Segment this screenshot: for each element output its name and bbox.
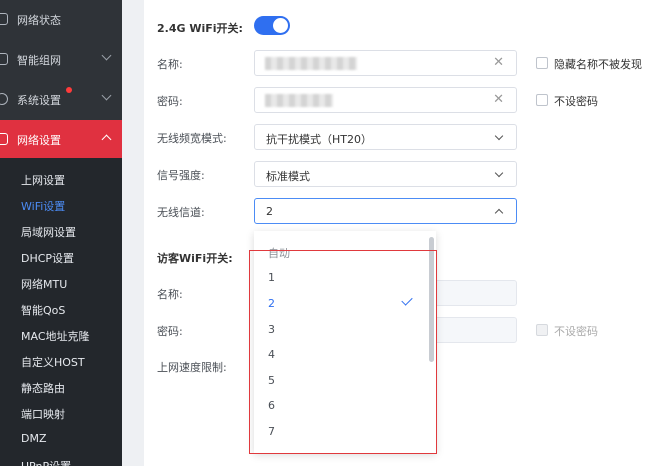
- sidebar-item-label: 系统设置: [17, 94, 61, 107]
- channel-option[interactable]: 1: [268, 271, 275, 284]
- signal-label: 信号强度:: [157, 169, 205, 182]
- bandwidth-label: 无线频宽模式:: [157, 132, 227, 145]
- guest-no-password-label: 不设密码: [554, 325, 598, 338]
- guest-name-label: 名称:: [157, 288, 183, 301]
- chevron-down-icon: [494, 168, 504, 178]
- signal-select[interactable]: 标准模式: [254, 161, 517, 187]
- sidebar-item-mesh[interactable]: 智能组网: [0, 40, 122, 80]
- channel-label: 无线信道:: [157, 206, 205, 219]
- guest-password-label: 密码:: [157, 325, 183, 338]
- channel-dropdown: 自动 1 2 3 4 5 6 7: [254, 231, 436, 453]
- channel-option[interactable]: 7: [268, 425, 275, 438]
- content-gutter: [122, 0, 144, 466]
- guest-switch-label: 访客WiFi开关:: [157, 252, 233, 265]
- submenu-item-static-route[interactable]: 静态路由: [21, 380, 65, 396]
- submenu-item-qos[interactable]: 智能QoS: [21, 302, 65, 318]
- gear-icon: [0, 93, 8, 105]
- channel-option[interactable]: 5: [268, 374, 275, 387]
- settings-icon: [0, 133, 8, 145]
- chevron-up-icon: [101, 134, 112, 145]
- dropdown-scrollbar[interactable]: [429, 237, 434, 362]
- no-password-label: 不设密码: [554, 95, 598, 108]
- hide-ssid-checkbox[interactable]: [536, 57, 548, 69]
- sidebar-submenu: 上网设置 WiFi设置 局域网设置 DHCP设置 网络MTU 智能QoS MAC…: [0, 158, 122, 466]
- chevron-down-icon: [101, 50, 112, 61]
- signal-value: 标准模式: [266, 170, 310, 183]
- channel-select[interactable]: 2: [254, 198, 517, 224]
- bandwidth-select[interactable]: 抗干扰模式（HT20）: [254, 124, 517, 150]
- submenu-item-wifi[interactable]: WiFi设置: [21, 198, 65, 214]
- sidebar-item-label: 智能组网: [17, 54, 61, 67]
- sidebar-item-network-settings[interactable]: 网络设置: [0, 120, 122, 160]
- submenu-item-dmz[interactable]: DMZ: [21, 432, 47, 445]
- speed-limit-label: 上网速度限制:: [157, 361, 227, 374]
- clear-icon[interactable]: ✕: [493, 92, 504, 107]
- chevron-down-icon: [494, 131, 504, 141]
- submenu-item-internet[interactable]: 上网设置: [21, 172, 65, 188]
- sidebar: 网络状态 智能组网 系统设置 网络设置 上网设置 WiFi设置 局域网设置 DH…: [0, 0, 122, 466]
- chevron-down-icon: [101, 90, 112, 101]
- monitor-icon: [0, 13, 8, 25]
- submenu-item-upnp[interactable]: UPnP设置: [21, 458, 71, 466]
- toggle-knob: [273, 18, 288, 33]
- hide-ssid-label: 隐藏名称不被发现: [554, 58, 642, 71]
- submenu-item-mtu[interactable]: 网络MTU: [21, 276, 67, 292]
- sidebar-item-label: 网络状态: [17, 14, 61, 27]
- sidebar-item-network-status[interactable]: 网络状态: [0, 0, 122, 40]
- clear-icon[interactable]: ✕: [493, 55, 504, 70]
- channel-option[interactable]: 6: [268, 399, 275, 412]
- sidebar-item-system-settings[interactable]: 系统设置: [0, 80, 122, 120]
- redacted-value: [265, 57, 357, 70]
- bandwidth-value: 抗干扰模式（HT20）: [266, 133, 372, 146]
- submenu-item-port-forward[interactable]: 端口映射: [21, 406, 65, 422]
- channel-option-auto[interactable]: 自动: [268, 245, 290, 261]
- no-password-checkbox[interactable]: [536, 94, 548, 106]
- submenu-item-host[interactable]: 自定义HOST: [21, 354, 85, 370]
- wifi24-password-label: 密码:: [157, 95, 183, 108]
- notification-dot: [66, 87, 72, 93]
- channel-option[interactable]: 4: [268, 348, 275, 361]
- submenu-item-lan[interactable]: 局域网设置: [21, 224, 76, 240]
- guest-no-password-checkbox[interactable]: [536, 324, 548, 336]
- check-icon: [401, 294, 413, 306]
- submenu-item-mac-clone[interactable]: MAC地址克隆: [21, 328, 90, 344]
- chevron-up-icon: [494, 208, 504, 218]
- wifi24-toggle[interactable]: [254, 16, 290, 35]
- channel-option[interactable]: 3: [268, 323, 275, 336]
- wifi24-name-label: 名称:: [157, 58, 183, 71]
- wifi24-switch-label: 2.4G WiFi开关:: [157, 22, 243, 35]
- wifi24-password-input[interactable]: ✕: [254, 87, 517, 113]
- redacted-value: [265, 94, 333, 107]
- channel-option-selected[interactable]: 2: [268, 297, 275, 310]
- sidebar-item-label: 网络设置: [17, 134, 61, 147]
- mesh-icon: [0, 53, 8, 65]
- wifi24-name-input[interactable]: ✕: [254, 50, 517, 76]
- submenu-item-dhcp[interactable]: DHCP设置: [21, 250, 74, 266]
- channel-value: 2: [266, 205, 273, 218]
